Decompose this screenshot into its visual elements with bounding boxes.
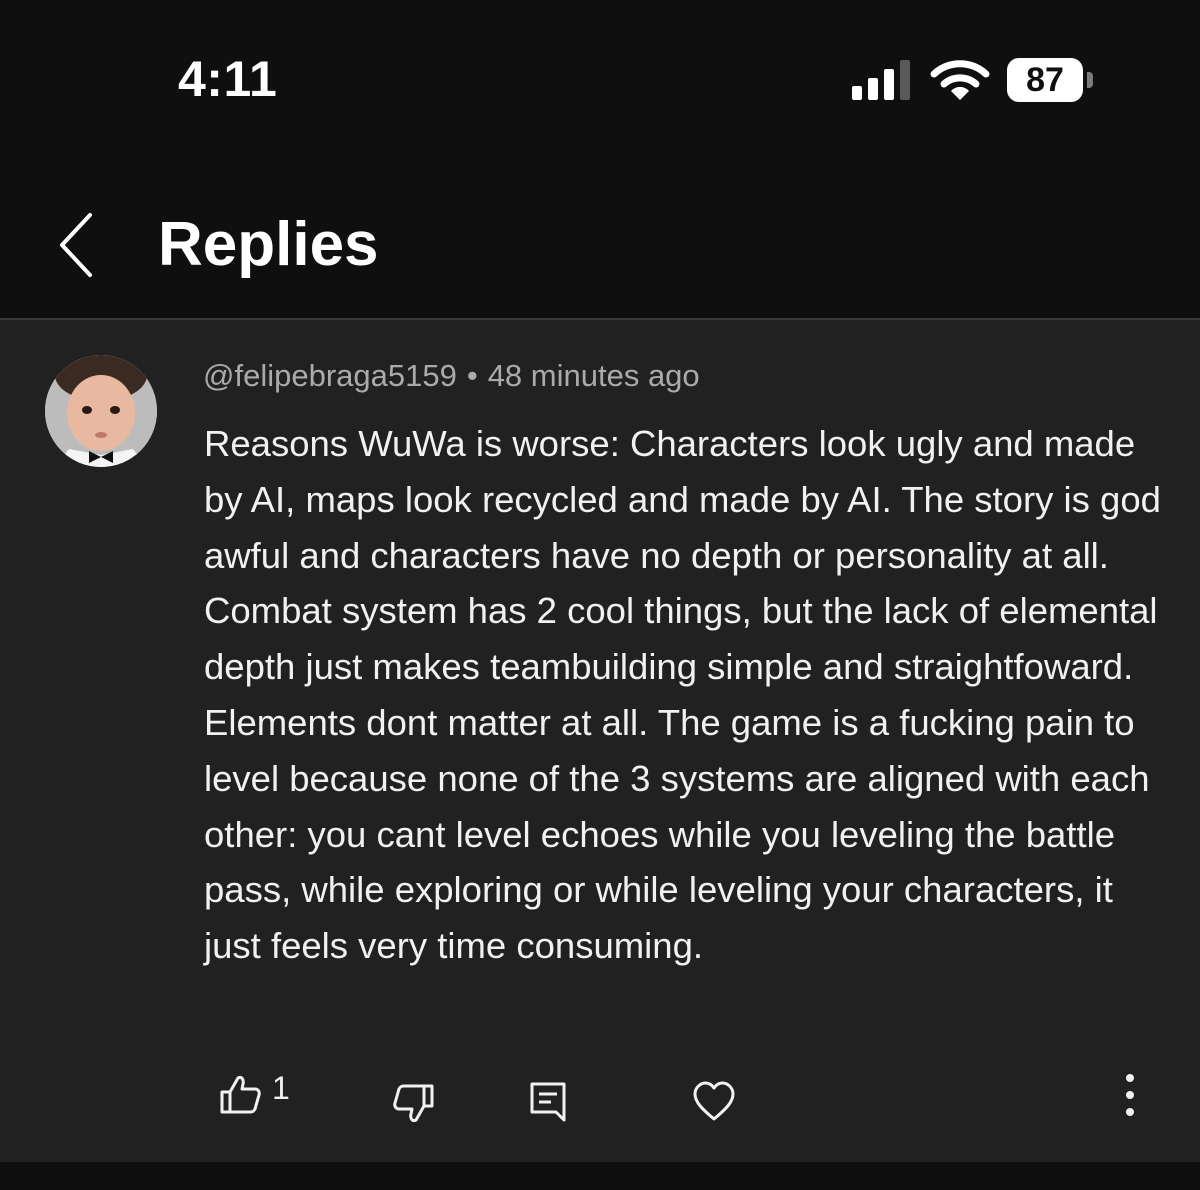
comment-actions: 1 xyxy=(0,1060,1200,1140)
cellular-signal-icon xyxy=(852,60,910,100)
thumbs-up-icon[interactable] xyxy=(218,1072,262,1116)
wifi-icon xyxy=(930,60,990,100)
status-time: 4:11 xyxy=(178,51,278,107)
more-vertical-icon[interactable] xyxy=(1112,1070,1148,1120)
comment-icon[interactable] xyxy=(526,1080,570,1124)
status-bar: 4:11 87 xyxy=(0,0,1200,165)
avatar-image xyxy=(45,355,157,467)
page-title: Replies xyxy=(158,210,379,279)
avatar[interactable] xyxy=(45,355,157,467)
thumbs-down-icon[interactable] xyxy=(392,1082,436,1126)
comment-thread: @felipebraga5159 • 48 minutes ago Reasons … xyxy=(0,320,1200,1162)
battery-tip xyxy=(1087,72,1093,88)
heart-icon[interactable] xyxy=(692,1080,736,1124)
meta-separator: • xyxy=(466,358,478,393)
comment-meta: @felipebraga5159 • 48 minutes ago xyxy=(203,358,700,394)
battery-level: 87 xyxy=(1026,61,1064,99)
like-count: 1 xyxy=(272,1070,290,1106)
header: Replies xyxy=(0,165,1200,318)
bottom-strip xyxy=(0,1162,1200,1190)
comment-author[interactable]: @felipebraga5159 xyxy=(203,358,457,393)
comment-timestamp: 48 minutes ago xyxy=(487,358,700,393)
chevron-left-icon[interactable] xyxy=(44,205,110,285)
battery-icon: 87 xyxy=(1007,58,1097,104)
comment-body: Reasons WuWa is worse: Characters look u… xyxy=(204,423,1161,967)
